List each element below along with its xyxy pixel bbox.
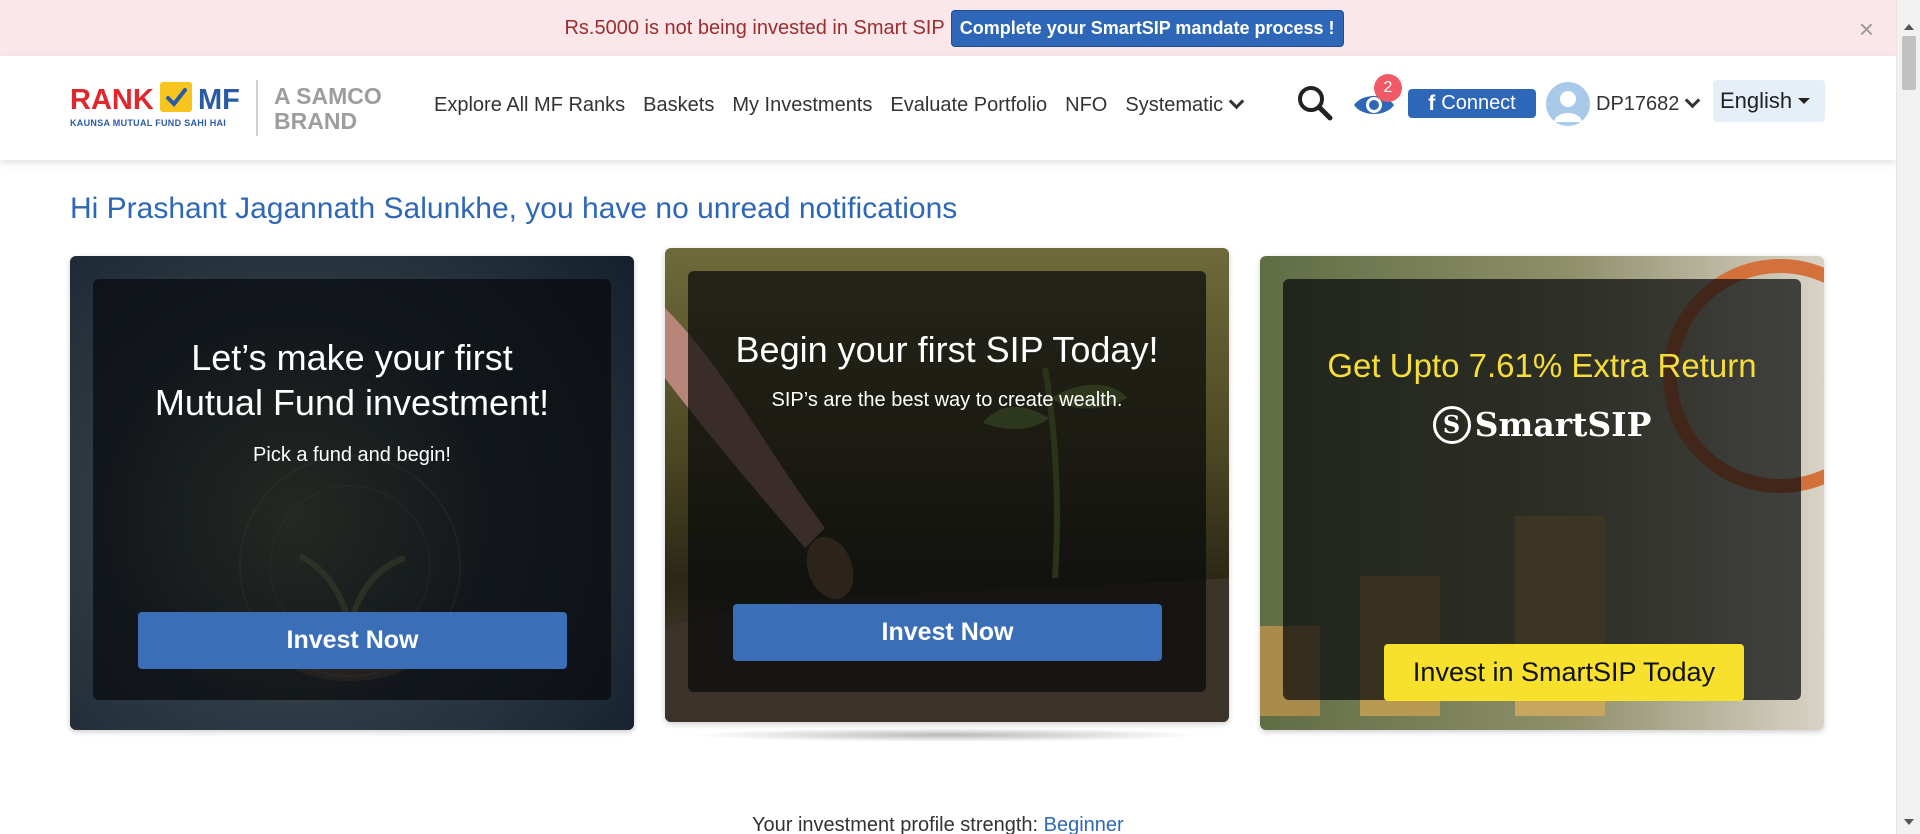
menu-evaluate-portfolio[interactable]: Evaluate Portfolio — [890, 94, 1047, 117]
smartsip-logo: S SmartSIP — [1283, 405, 1801, 444]
invest-now-button[interactable]: Invest Now — [733, 604, 1162, 661]
sip-overlay: Begin your first SIP Today! SIP’s are th… — [688, 271, 1206, 692]
lumpsum-card: Let’s make your first Mutual Fund invest… — [70, 256, 634, 730]
lumpsum-title: Let’s make your first Mutual Fund invest… — [93, 335, 611, 425]
chevron-down-icon — [1685, 92, 1701, 109]
alert-message: Rs.5000 is not being invested in Smart S… — [564, 16, 945, 39]
card-shadow — [690, 728, 1204, 742]
menu-systematic[interactable]: Systematic — [1125, 93, 1245, 117]
lumpsum-overlay: Let’s make your first Mutual Fund invest… — [93, 279, 611, 700]
check-icon — [160, 82, 192, 112]
logo-mf-text: MF — [198, 84, 240, 116]
complete-mandate-button[interactable]: Complete your SmartSIP mandate process ! — [950, 9, 1344, 47]
notification-badge: 2 — [1374, 74, 1402, 102]
caret-down-icon — [1798, 98, 1811, 104]
scroll-thumb[interactable] — [1902, 36, 1916, 90]
close-icon[interactable]: × — [1859, 16, 1874, 42]
samco-brand: A SAMCO BRAND — [274, 84, 382, 134]
lumpsum-title-line2: Mutual Fund investment! — [154, 382, 550, 423]
sip-subtitle: SIP’s are the best way to create wealth. — [771, 389, 1123, 411]
user-menu[interactable]: DP17682 — [1596, 92, 1701, 116]
invest-now-button[interactable]: Invest Now — [138, 612, 567, 669]
smartsip-overlay: Get Upto 7.61% Extra Return S SmartSIP I… — [1283, 279, 1801, 701]
logo-rank-text: RANK — [70, 84, 154, 116]
facebook-connect-label: Connect — [1441, 92, 1516, 114]
scroll-down-icon[interactable] — [1904, 819, 1914, 825]
smartsip-card: Get Upto 7.61% Extra Return S SmartSIP I… — [1260, 256, 1824, 730]
lumpsum-title-line1: Let’s make your first — [191, 337, 513, 378]
language-label: English — [1720, 88, 1793, 113]
top-navbar: RANK MF KAUNSA MUTUAL FUND SAHI HAI A SA… — [0, 56, 1896, 160]
smartsip-logo-text: SmartSIP — [1474, 405, 1652, 444]
vertical-scrollbar[interactable] — [1896, 0, 1920, 834]
profile-strength: Your investment profile strength: Beginn… — [752, 814, 1124, 834]
facebook-icon: f — [1428, 91, 1436, 115]
greeting-heading: Hi Prashant Jagannath Salunkhe, you have… — [70, 192, 958, 225]
menu-nfo[interactable]: NFO — [1065, 94, 1107, 117]
menu-baskets[interactable]: Baskets — [643, 94, 714, 117]
search-icon[interactable] — [1296, 84, 1334, 127]
profile-level-link[interactable]: Beginner — [1044, 814, 1124, 834]
sip-title: Begin your first SIP Today! — [735, 329, 1159, 370]
language-select[interactable]: English — [1713, 80, 1825, 122]
smartsip-title: Get Upto 7.61% Extra Return — [1327, 347, 1757, 384]
rankmf-logo[interactable]: RANK MF KAUNSA MUTUAL FUND SAHI HAI A SA… — [70, 78, 390, 138]
menu-systematic-label: Systematic — [1125, 94, 1224, 116]
menu-my-investments[interactable]: My Investments — [732, 94, 872, 117]
invest-smartsip-button[interactable]: Invest in SmartSIP Today — [1384, 644, 1744, 701]
avatar[interactable] — [1546, 82, 1590, 126]
brand-line2: BRAND — [274, 108, 358, 134]
chevron-down-icon — [1228, 93, 1245, 110]
brand-line1: A SAMCO — [274, 83, 382, 109]
smartsip-mark: S — [1432, 405, 1471, 444]
logo-divider — [256, 80, 258, 136]
scroll-up-icon[interactable] — [1904, 24, 1914, 30]
lumpsum-subtitle: Pick a fund and begin! — [253, 444, 451, 466]
main-menu: Explore All MF Ranks Baskets My Investme… — [434, 93, 1260, 117]
profile-strength-label: Your investment profile strength: — [752, 814, 1039, 834]
alert-banner: Rs.5000 is not being invested in Smart S… — [0, 0, 1896, 56]
menu-explore-ranks[interactable]: Explore All MF Ranks — [434, 94, 625, 117]
facebook-connect-button[interactable]: f Connect — [1408, 89, 1536, 118]
user-id-label: DP17682 — [1596, 93, 1680, 115]
sip-card: Begin your first SIP Today! SIP’s are th… — [665, 248, 1229, 722]
logo-tagline: KAUNSA MUTUAL FUND SAHI HAI — [70, 118, 227, 128]
